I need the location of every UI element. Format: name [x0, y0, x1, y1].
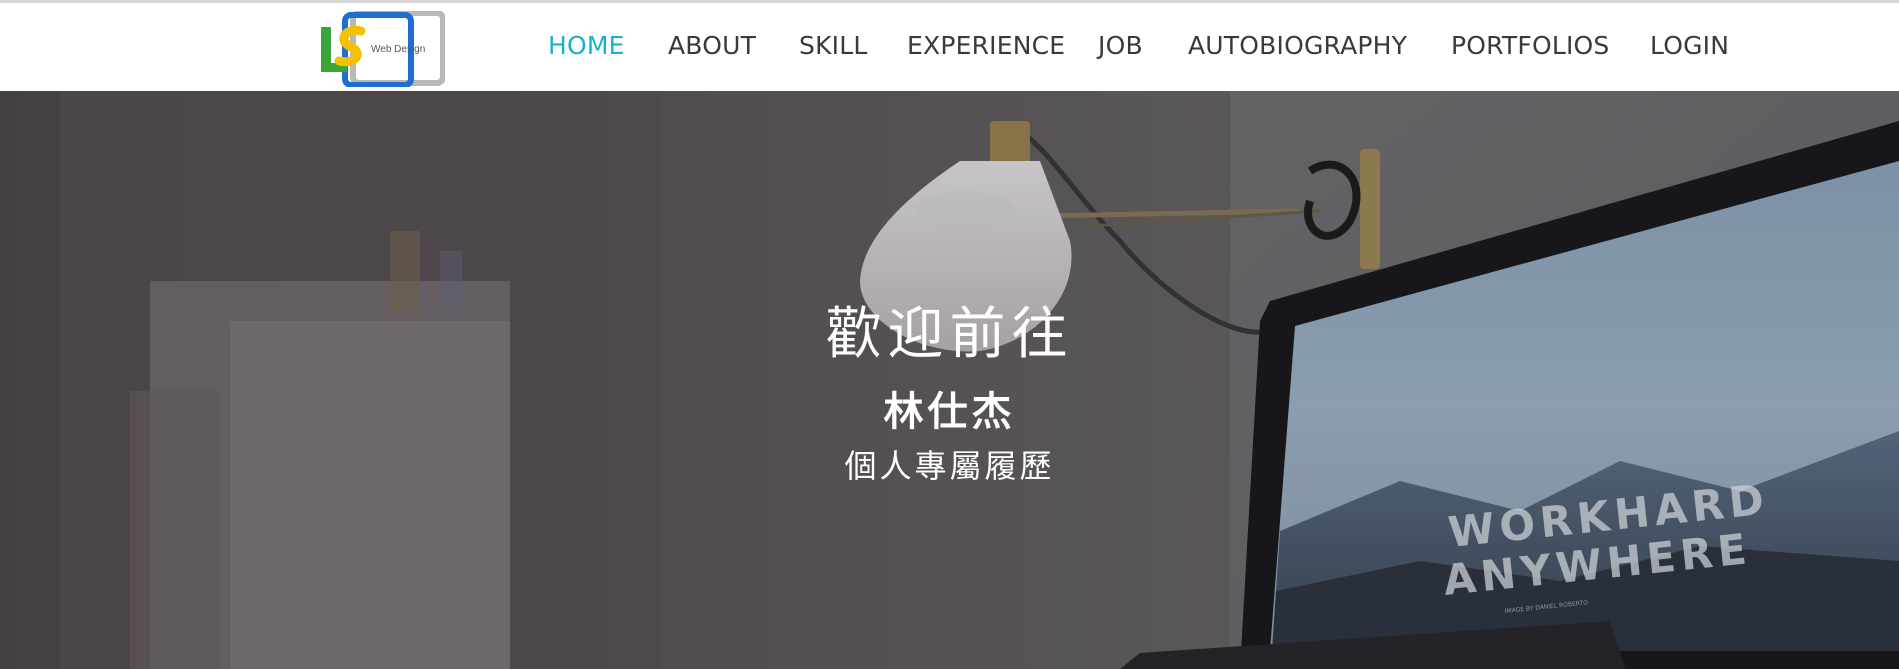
nav-autobiography[interactable]: AUTOBIOGRAPHY	[1188, 31, 1407, 61]
main-nav: HOME ABOUT SKILL EXPERIENCE JOB AUTOBIOG…	[0, 3, 1899, 91]
nav-experience[interactable]: EXPERIENCE	[907, 31, 1065, 61]
nav-home[interactable]: HOME	[548, 31, 625, 61]
nav-job[interactable]: JOB	[1098, 31, 1143, 61]
nav-portfolios[interactable]: PORTFOLIOS	[1451, 31, 1609, 61]
hero-text: 歡迎前往 林仕杰 個人專屬履歷	[0, 91, 1899, 669]
navbar: Web Design HOME ABOUT SKILL EXPERIENCE J…	[0, 3, 1899, 91]
nav-about[interactable]: ABOUT	[668, 31, 756, 61]
hero-subtitle: 個人專屬履歷	[844, 447, 1055, 485]
hero-title: 歡迎前往	[825, 302, 1074, 367]
hero-banner: WORKHARD ANYWHERE IMAGE BY DANIEL ROBERT…	[0, 91, 1899, 669]
hero-name: 林仕杰	[883, 388, 1016, 435]
nav-login[interactable]: LOGIN	[1650, 31, 1729, 61]
nav-skill[interactable]: SKILL	[799, 31, 868, 61]
